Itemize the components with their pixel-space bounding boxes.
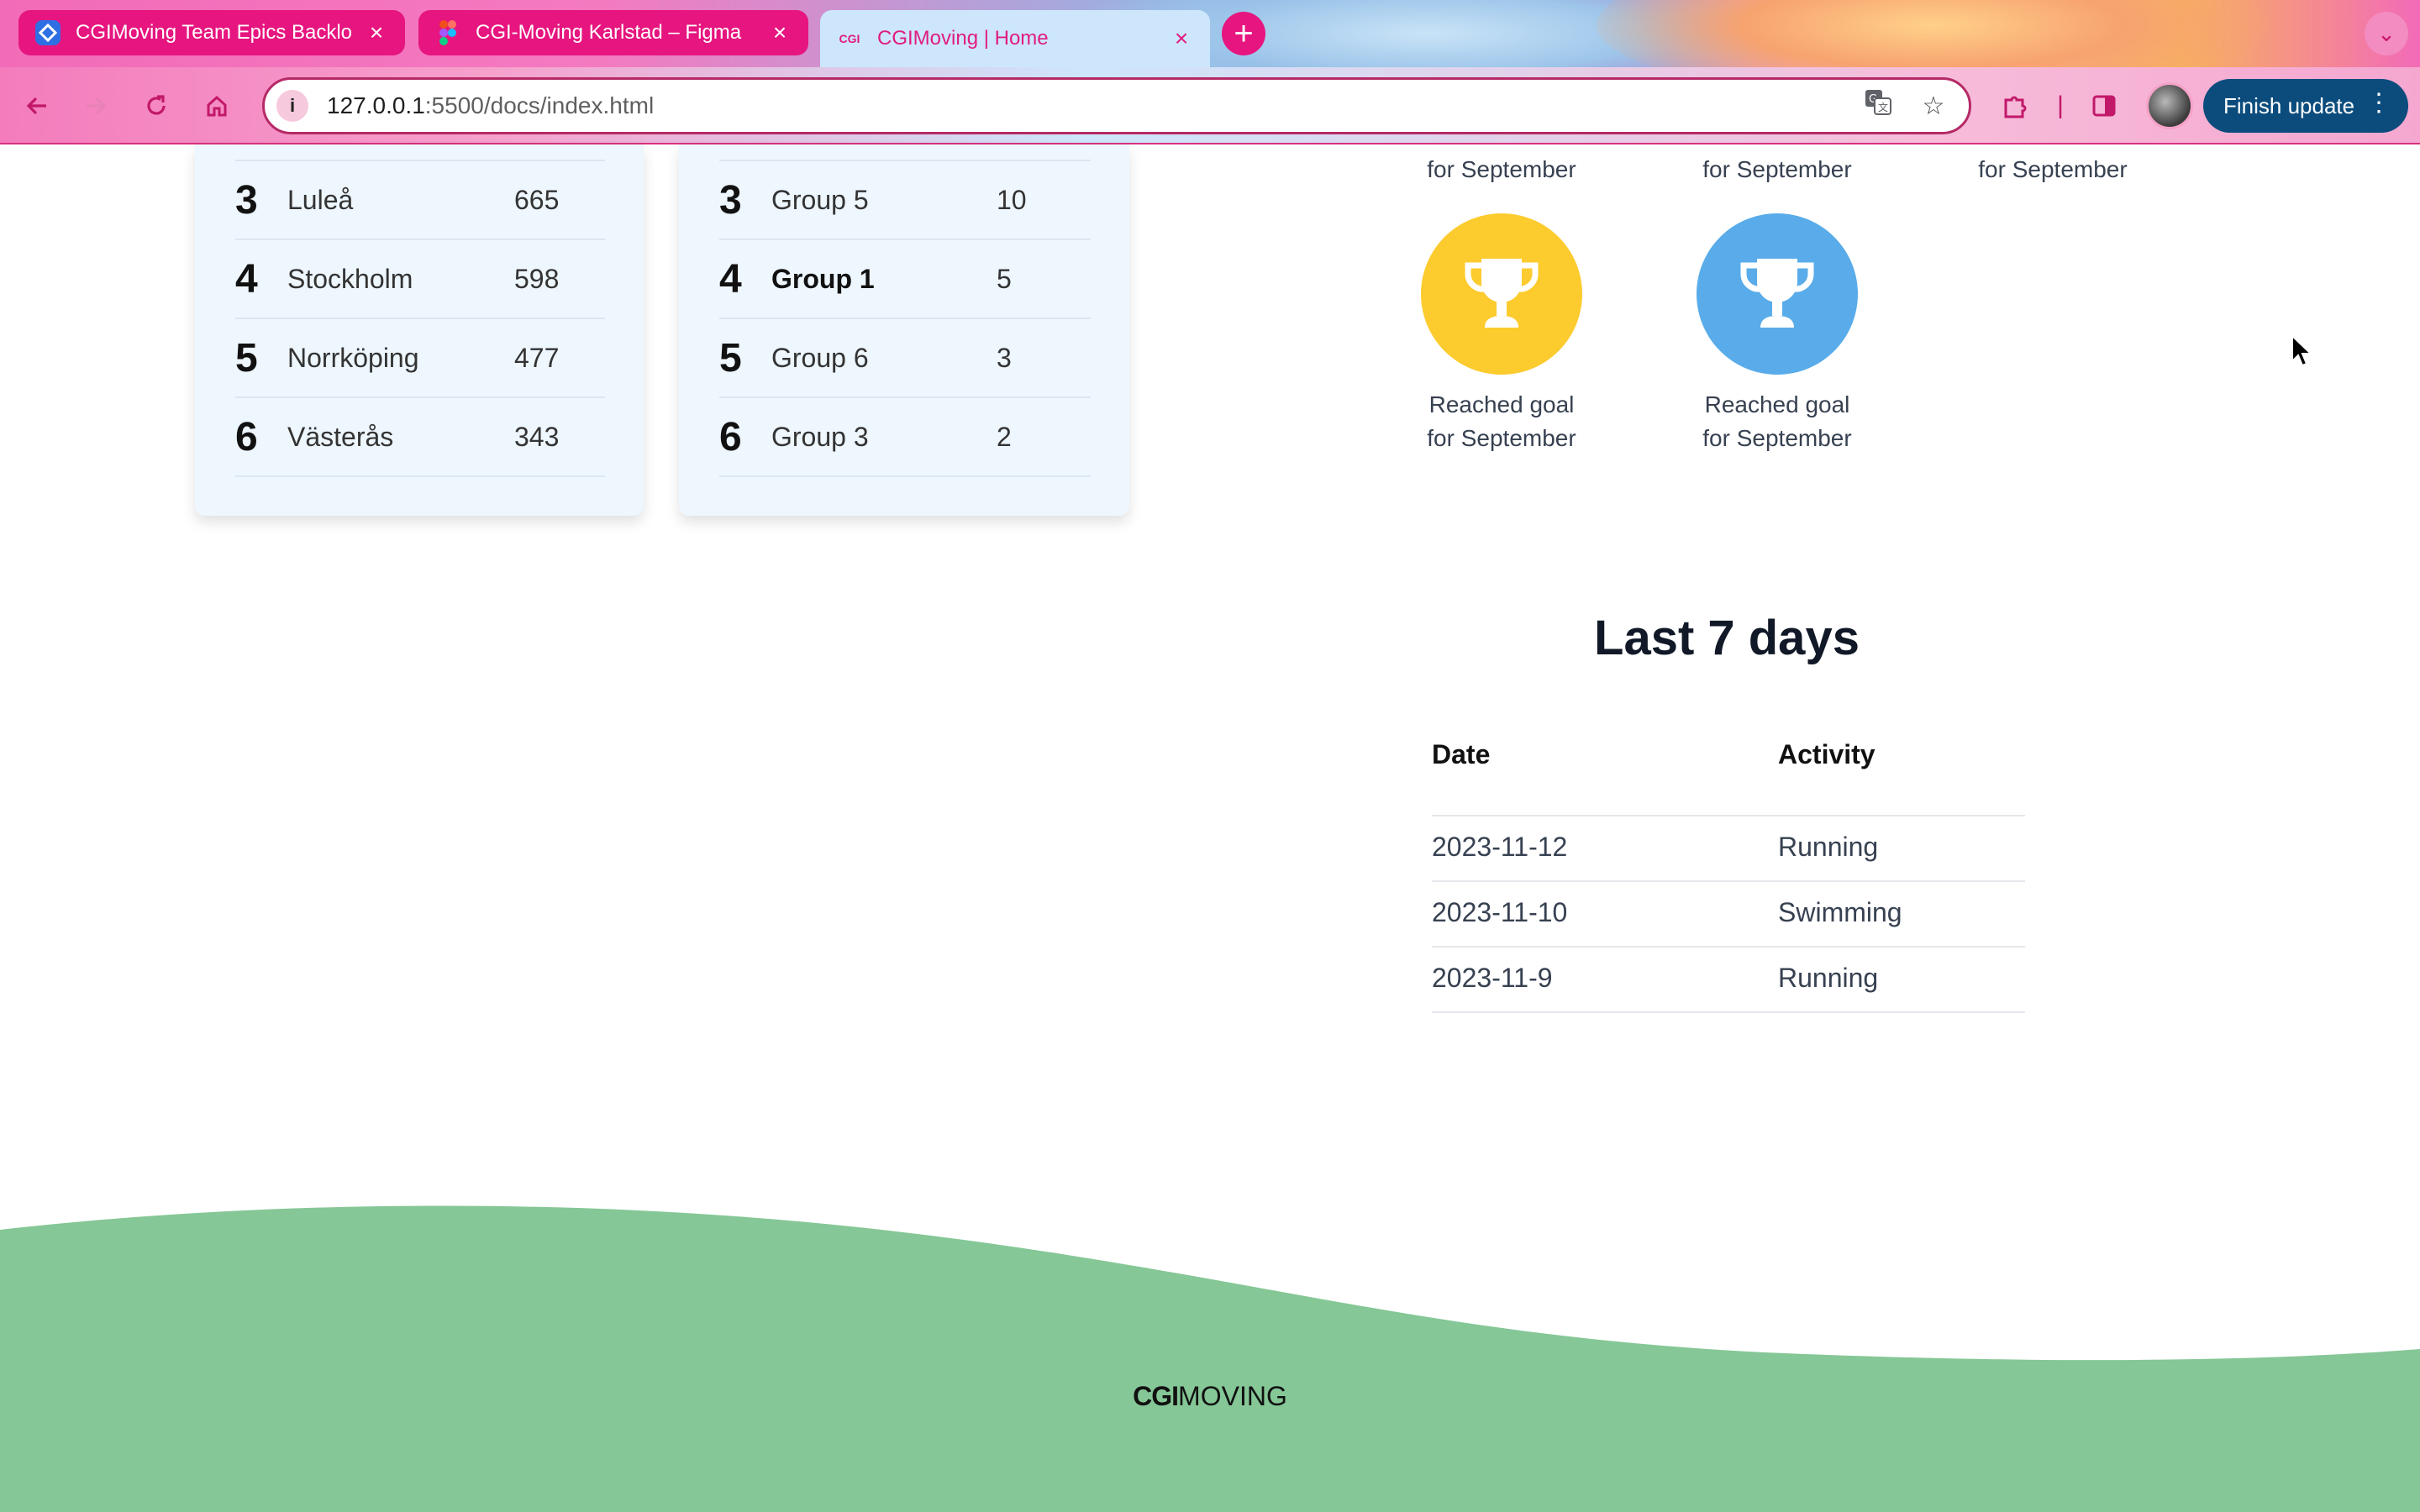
tab-figma[interactable]: CGI-Moving Karlstad – Figma × <box>418 10 808 55</box>
finish-update-button[interactable]: Finish update ⋮ <box>2203 79 2408 133</box>
table-row: 2023-11-10 Swimming <box>1432 882 2025 948</box>
home-button[interactable] <box>197 86 237 126</box>
home-icon <box>207 95 227 117</box>
rank-number: 6 <box>719 414 742 459</box>
rank-number: 5 <box>235 335 258 381</box>
translate-icon[interactable]: G文 <box>1858 88 1898 123</box>
tab-title: CGIMoving | Home <box>877 27 1049 50</box>
section-title: Last 7 days <box>1594 611 1860 665</box>
rank-number: 4 <box>235 256 258 302</box>
table-row: 2023-11-12 Running <box>1432 816 2025 882</box>
table-row: 6 Västerås 343 <box>235 398 605 477</box>
site-info-icon[interactable]: i <box>276 90 308 122</box>
city-leaderboard: 3 Luleå 665 4 Stockholm 598 5 Norrköping… <box>195 144 644 516</box>
city-name: Norrköping <box>287 342 419 373</box>
activity-date: 2023-11-12 <box>1432 832 1568 862</box>
column-header-date: Date <box>1432 739 1491 769</box>
group-name: Group 6 <box>771 342 869 373</box>
table-row: 3 Luleå 665 <box>235 161 605 240</box>
city-name: Luleå <box>287 184 354 215</box>
rank-number: 4 <box>719 256 742 302</box>
reload-button[interactable] <box>136 86 176 126</box>
back-button[interactable] <box>17 86 57 126</box>
footer-logo[interactable]: CGIMOVING <box>1126 1381 1294 1412</box>
table-row: 5 Norrköping 477 <box>235 319 605 398</box>
city-name: Västerås <box>287 421 394 452</box>
trophy-badge-gold <box>1421 213 1582 375</box>
badge-caption: Reached goal for September <box>1702 391 1852 451</box>
profile-avatar[interactable] <box>2146 82 2193 129</box>
group-name: Group 3 <box>771 421 869 452</box>
city-name: Stockholm <box>287 263 413 294</box>
group-score: 5 <box>997 263 1012 294</box>
rank-number: 6 <box>235 414 258 459</box>
rank-number: 3 <box>719 177 742 223</box>
figma-icon <box>435 20 460 45</box>
arrow-right-icon <box>87 97 107 115</box>
toolbar-divider: | <box>2057 92 2064 119</box>
activity-type: Swimming <box>1778 897 1902 927</box>
column-header-activity: Activity <box>1778 739 1876 769</box>
cgi-favicon: CGI <box>839 32 860 45</box>
new-tab-button[interactable]: + <box>1222 12 1265 55</box>
footer-wave <box>0 1205 2420 1512</box>
table-row: 2023-11-9 Running <box>1432 948 2025 1013</box>
table-row: 3 Group 5 10 <box>719 161 1091 240</box>
jira-icon <box>35 20 60 45</box>
forward-button[interactable] <box>76 86 116 126</box>
activity-date: 2023-11-9 <box>1432 963 1553 993</box>
activity-date: 2023-11-10 <box>1432 897 1568 927</box>
table-row-highlighted: 4 Group 1 5 <box>719 240 1091 319</box>
table-row: 4 Stockholm 598 <box>235 240 605 319</box>
group-score: 3 <box>997 342 1012 373</box>
extensions-icon[interactable] <box>1995 86 2035 126</box>
theme-decoration <box>1597 0 2269 67</box>
tab-search-button[interactable]: ⌄ <box>2365 12 2408 55</box>
trophy-icon <box>1465 259 1539 328</box>
close-icon[interactable]: × <box>365 19 388 46</box>
trophy-icon <box>1740 259 1814 328</box>
svg-text:文: 文 <box>1878 101 1888 113</box>
group-score: 10 <box>997 184 1027 215</box>
url-text[interactable]: 127.0.0.1:5500/docs/index.html <box>327 92 1858 119</box>
tab-jira[interactable]: CGIMoving Team Epics Backlo × <box>18 10 405 55</box>
tab-title: CGI-Moving Karlstad – Figma <box>476 21 742 44</box>
close-icon[interactable]: × <box>1170 25 1193 52</box>
more-options-icon[interactable]: ⋮ <box>2366 89 2391 118</box>
tab-title: CGIMoving Team Epics Backlo <box>76 21 353 44</box>
browser-tab-strip: CGIMoving Team Epics Backlo × CGI-Moving… <box>0 0 2420 67</box>
city-score: 665 <box>514 184 560 215</box>
tab-cgimoving-home[interactable]: CGI CGIMoving | Home × <box>820 10 1210 67</box>
mouse-cursor-icon <box>2291 334 2313 367</box>
group-score: 2 <box>997 421 1012 452</box>
group-name: Group 1 <box>771 263 875 294</box>
activity-type: Running <box>1778 832 1879 862</box>
side-panel-icon[interactable] <box>2084 86 2124 126</box>
bookmark-star-icon[interactable]: ☆ <box>1913 92 1954 121</box>
badge-caption: for September <box>1702 156 1852 182</box>
rank-number: 3 <box>235 177 258 223</box>
arrow-left-icon <box>26 97 46 115</box>
badge-caption: for September <box>1427 156 1576 182</box>
city-score: 343 <box>514 421 560 452</box>
city-score: 598 <box>514 263 560 294</box>
activity-type: Running <box>1778 963 1879 993</box>
browser-toolbar: i 127.0.0.1:5500/docs/index.html G文 ☆ | … <box>0 67 2420 144</box>
group-leaderboard: 3 Group 5 10 4 Group 1 5 5 Group 6 3 6 G… <box>679 144 1129 516</box>
address-bar[interactable]: i 127.0.0.1:5500/docs/index.html G文 ☆ <box>262 77 1971 134</box>
city-score: 477 <box>514 342 560 373</box>
close-icon[interactable]: × <box>768 19 792 46</box>
table-row: 5 Group 6 3 <box>719 319 1091 398</box>
badge-caption: Reached goal for September <box>1427 391 1576 451</box>
badge-caption: for September <box>1978 156 2128 182</box>
rank-number: 5 <box>719 335 742 381</box>
reload-icon <box>147 95 166 115</box>
table-row: 6 Group 3 2 <box>719 398 1091 477</box>
trophy-badge-blue <box>1697 213 1858 375</box>
group-name: Group 5 <box>771 184 869 215</box>
